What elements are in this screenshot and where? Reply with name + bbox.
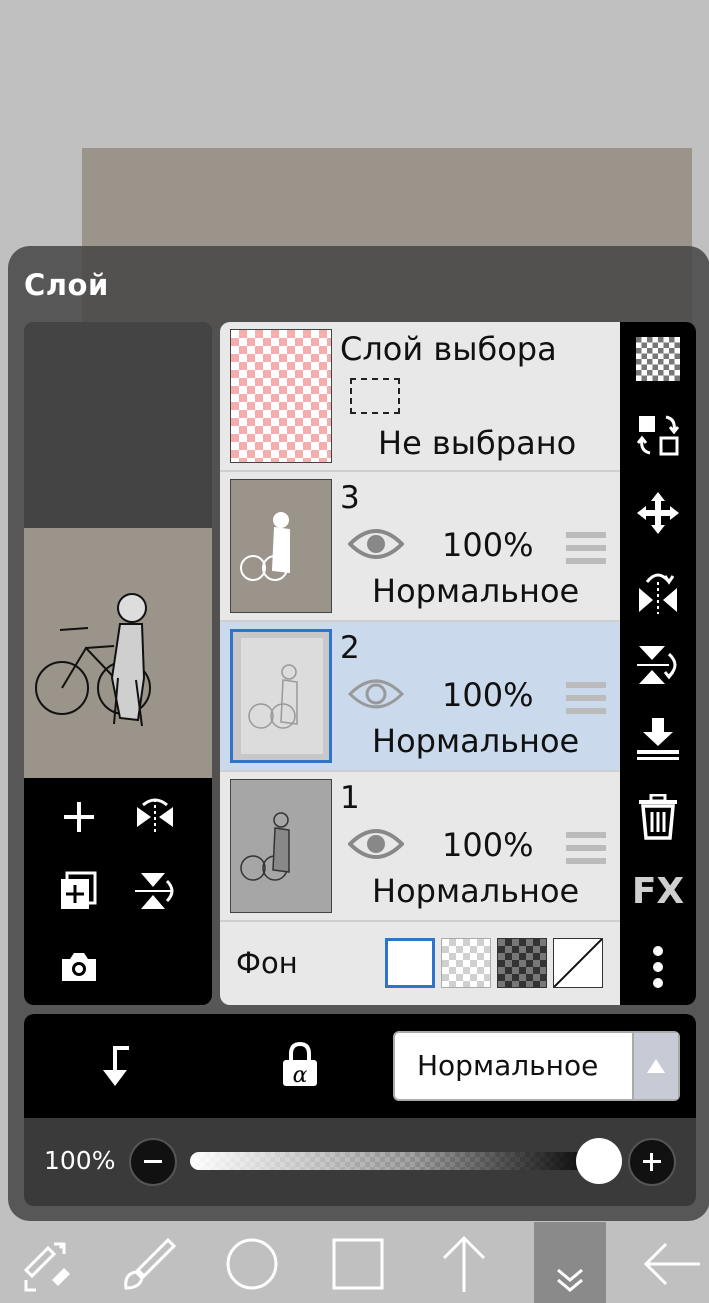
layer-opacity: 100% xyxy=(442,826,534,864)
delete-icon[interactable] xyxy=(633,792,683,842)
layer-row-1[interactable]: 1 100% Нормальное xyxy=(220,772,620,922)
triangle-up-icon xyxy=(632,1033,678,1099)
layer-opacity: 100% xyxy=(442,526,534,564)
background-dark-checker-swatch[interactable] xyxy=(497,938,547,988)
drag-handle-icon[interactable] xyxy=(566,680,606,720)
layer-preview xyxy=(24,322,212,1005)
visibility-eye-icon[interactable] xyxy=(347,674,405,718)
flip-vertical-icon[interactable] xyxy=(633,640,683,690)
preview-image xyxy=(24,528,212,778)
layer-number: 3 xyxy=(340,480,360,516)
background-none-swatch[interactable] xyxy=(553,938,603,988)
camera-button[interactable] xyxy=(54,942,104,992)
background-row: Фон xyxy=(220,922,620,1005)
visibility-eye-icon[interactable] xyxy=(347,524,405,568)
selection-state: Не выбрано xyxy=(378,424,577,462)
opacity-label: 100% xyxy=(44,1146,116,1175)
ellipse-icon[interactable] xyxy=(216,1228,288,1300)
blend-mode-select[interactable]: Нормальное xyxy=(393,1031,680,1101)
background-label: Фон xyxy=(236,946,298,980)
selection-layer-row[interactable]: Слой выбора Не выбрано xyxy=(220,322,620,472)
background-white-swatch[interactable] xyxy=(385,938,435,988)
layers-list: Слой выбора Не выбрано 3 100% Нормальное… xyxy=(220,322,620,1005)
duplicate-layer-button[interactable] xyxy=(54,866,104,916)
selection-marquee-icon xyxy=(350,378,400,414)
layer-thumbnail xyxy=(230,629,332,763)
layer-thumbnail xyxy=(230,779,332,913)
background-transparent-swatch[interactable] xyxy=(441,938,491,988)
fx-icon[interactable]: FX xyxy=(632,866,684,916)
opacity-increase-button[interactable] xyxy=(628,1138,676,1186)
clipping-icon[interactable] xyxy=(90,1040,140,1090)
swap-layers-icon[interactable] xyxy=(633,410,683,460)
alpha-lock-icon[interactable]: α xyxy=(275,1040,325,1090)
flip-vertical-button[interactable] xyxy=(130,866,180,916)
back-icon[interactable] xyxy=(636,1228,708,1300)
brush-icon[interactable] xyxy=(112,1228,184,1300)
panel-title: Слой xyxy=(24,268,109,302)
arrow-up-icon[interactable] xyxy=(428,1228,500,1300)
flip-horizontal-icon[interactable] xyxy=(633,566,683,616)
flip-horizontal-button[interactable] xyxy=(130,792,180,842)
opacity-slider-thumb[interactable] xyxy=(576,1138,622,1184)
visibility-eye-icon[interactable] xyxy=(347,824,405,868)
selection-layer-title: Слой выбора xyxy=(340,330,557,368)
collapse-icon[interactable] xyxy=(534,1222,606,1303)
layer-row-3[interactable]: 3 100% Нормальное xyxy=(220,472,620,622)
opacity-decrease-button[interactable] xyxy=(129,1138,177,1186)
merge-down-icon[interactable] xyxy=(633,714,683,764)
layer-number: 1 xyxy=(340,780,360,816)
layer-tools-column: FX xyxy=(620,322,696,1005)
more-icon[interactable] xyxy=(633,942,683,992)
transparency-icon[interactable] xyxy=(633,334,683,384)
layer-number: 2 xyxy=(340,630,360,666)
preview-dark-area xyxy=(24,322,212,528)
layer-opacity: 100% xyxy=(442,676,534,714)
drag-handle-icon[interactable] xyxy=(566,530,606,570)
svg-text:α: α xyxy=(293,1063,308,1088)
add-layer-button[interactable] xyxy=(54,792,104,842)
blend-mode-value: Нормальное xyxy=(417,1049,599,1082)
layer-blend-mode: Нормальное xyxy=(372,872,580,910)
move-icon[interactable] xyxy=(633,488,683,538)
rectangle-icon[interactable] xyxy=(322,1228,394,1300)
layer-row-2[interactable]: 2 100% Нормальное xyxy=(220,622,620,772)
layer-blend-mode: Нормальное xyxy=(372,722,580,760)
layer-thumbnail xyxy=(230,479,332,613)
selection-thumbnail xyxy=(230,329,332,463)
layer-blend-mode: Нормальное xyxy=(372,572,580,610)
opacity-slider-track[interactable] xyxy=(190,1152,600,1170)
drag-handle-icon[interactable] xyxy=(566,830,606,870)
transform-icon[interactable] xyxy=(10,1228,82,1300)
